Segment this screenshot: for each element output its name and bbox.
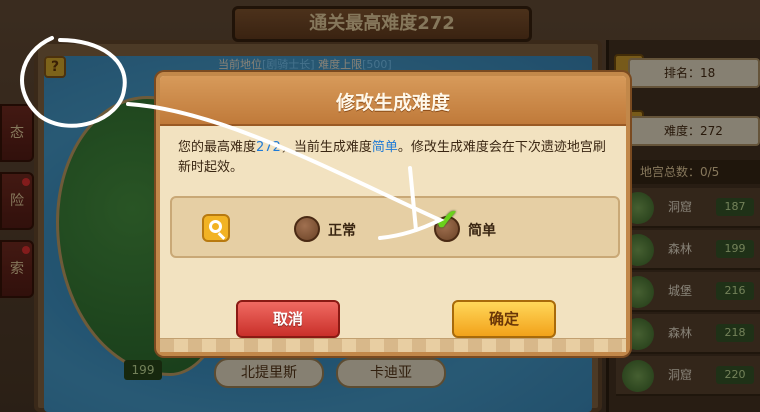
difficulty-options: 正常 ✔ 简单 <box>170 196 620 258</box>
dialog-title: 修改生成难度 <box>335 92 450 114</box>
radio-normal[interactable] <box>294 216 320 242</box>
dialog-header: 修改生成难度 <box>160 76 626 126</box>
message-current-difficulty: 简单 <box>371 140 398 155</box>
cancel-button[interactable]: 取消 <box>236 300 340 338</box>
search-icon[interactable] <box>202 214 230 242</box>
message-max-difficulty: 272 <box>256 140 281 155</box>
message-part1: 您的最高难度 <box>178 140 257 155</box>
dialog-message: 您的最高难度272，当前生成难度简单。修改生成难度会在下次遗迹地宫刷新时起效。 <box>178 138 618 178</box>
option-normal-label[interactable]: 正常 <box>328 220 356 240</box>
dialog-footer-trim <box>160 338 626 352</box>
difficulty-dialog: 修改生成难度 您的最高难度272，当前生成难度简单。修改生成难度会在下次遗迹地宫… <box>156 72 630 356</box>
checkmark-icon: ✔ <box>434 203 460 238</box>
message-part2: ，当前生成难度 <box>280 140 372 155</box>
confirm-button[interactable]: 确定 <box>452 300 556 338</box>
option-easy-label[interactable]: 简单 <box>468 220 496 240</box>
